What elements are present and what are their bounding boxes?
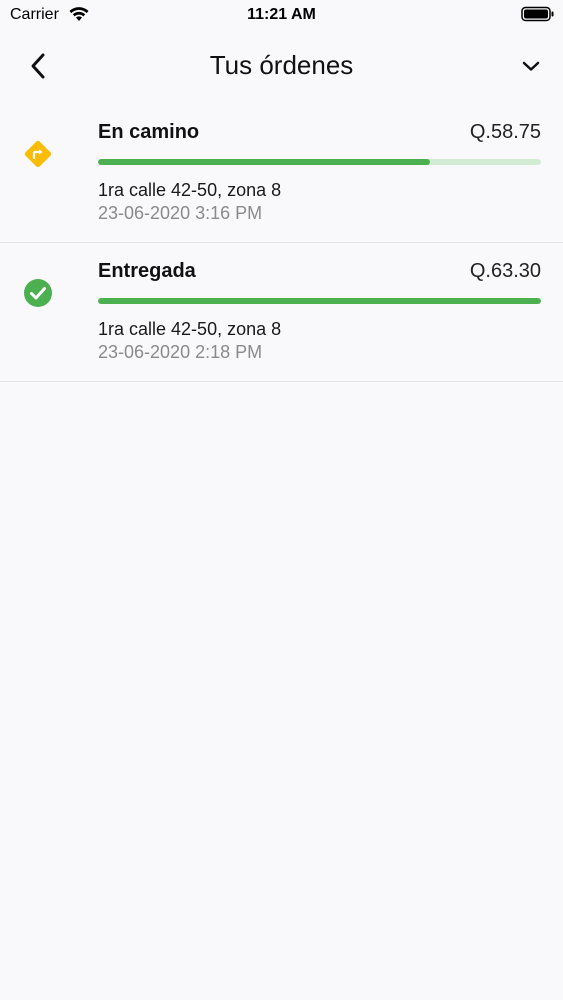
page-title: Tus órdenes xyxy=(209,50,354,80)
progress-bar xyxy=(98,298,541,304)
status-bar: Carrier 11:21 AM xyxy=(0,0,563,30)
order-amount: Q.63.30 xyxy=(469,260,541,282)
order-item[interactable]: Entregada Q.63.30 1ra calle 42-50, zona … xyxy=(0,243,563,382)
progress-fill xyxy=(98,159,431,165)
progress-bar xyxy=(98,159,541,165)
expand-button[interactable] xyxy=(517,52,545,80)
battery-icon xyxy=(521,6,554,22)
order-address: 1ra calle 42-50, zona 8 xyxy=(98,180,282,200)
chevron-down-icon xyxy=(522,61,540,71)
orders-list: En camino Q.58.75 1ra calle 42-50, zona … xyxy=(0,104,563,382)
order-address: 1ra calle 42-50, zona 8 xyxy=(98,319,282,339)
navigation-bar: Tus órdenes xyxy=(0,30,563,102)
clock: 11:21 AM xyxy=(247,6,316,23)
progress-fill xyxy=(98,298,541,304)
directions-diamond-icon xyxy=(24,140,52,168)
order-amount: Q.58.75 xyxy=(469,121,541,143)
order-datetime: 23-06-2020 2:18 PM xyxy=(98,342,263,362)
order-item[interactable]: En camino Q.58.75 1ra calle 42-50, zona … xyxy=(0,104,563,243)
order-status: Entregada xyxy=(98,260,196,282)
order-datetime: 23-06-2020 3:16 PM xyxy=(98,203,263,223)
check-circle-icon xyxy=(24,279,52,307)
order-status: En camino xyxy=(98,121,200,143)
